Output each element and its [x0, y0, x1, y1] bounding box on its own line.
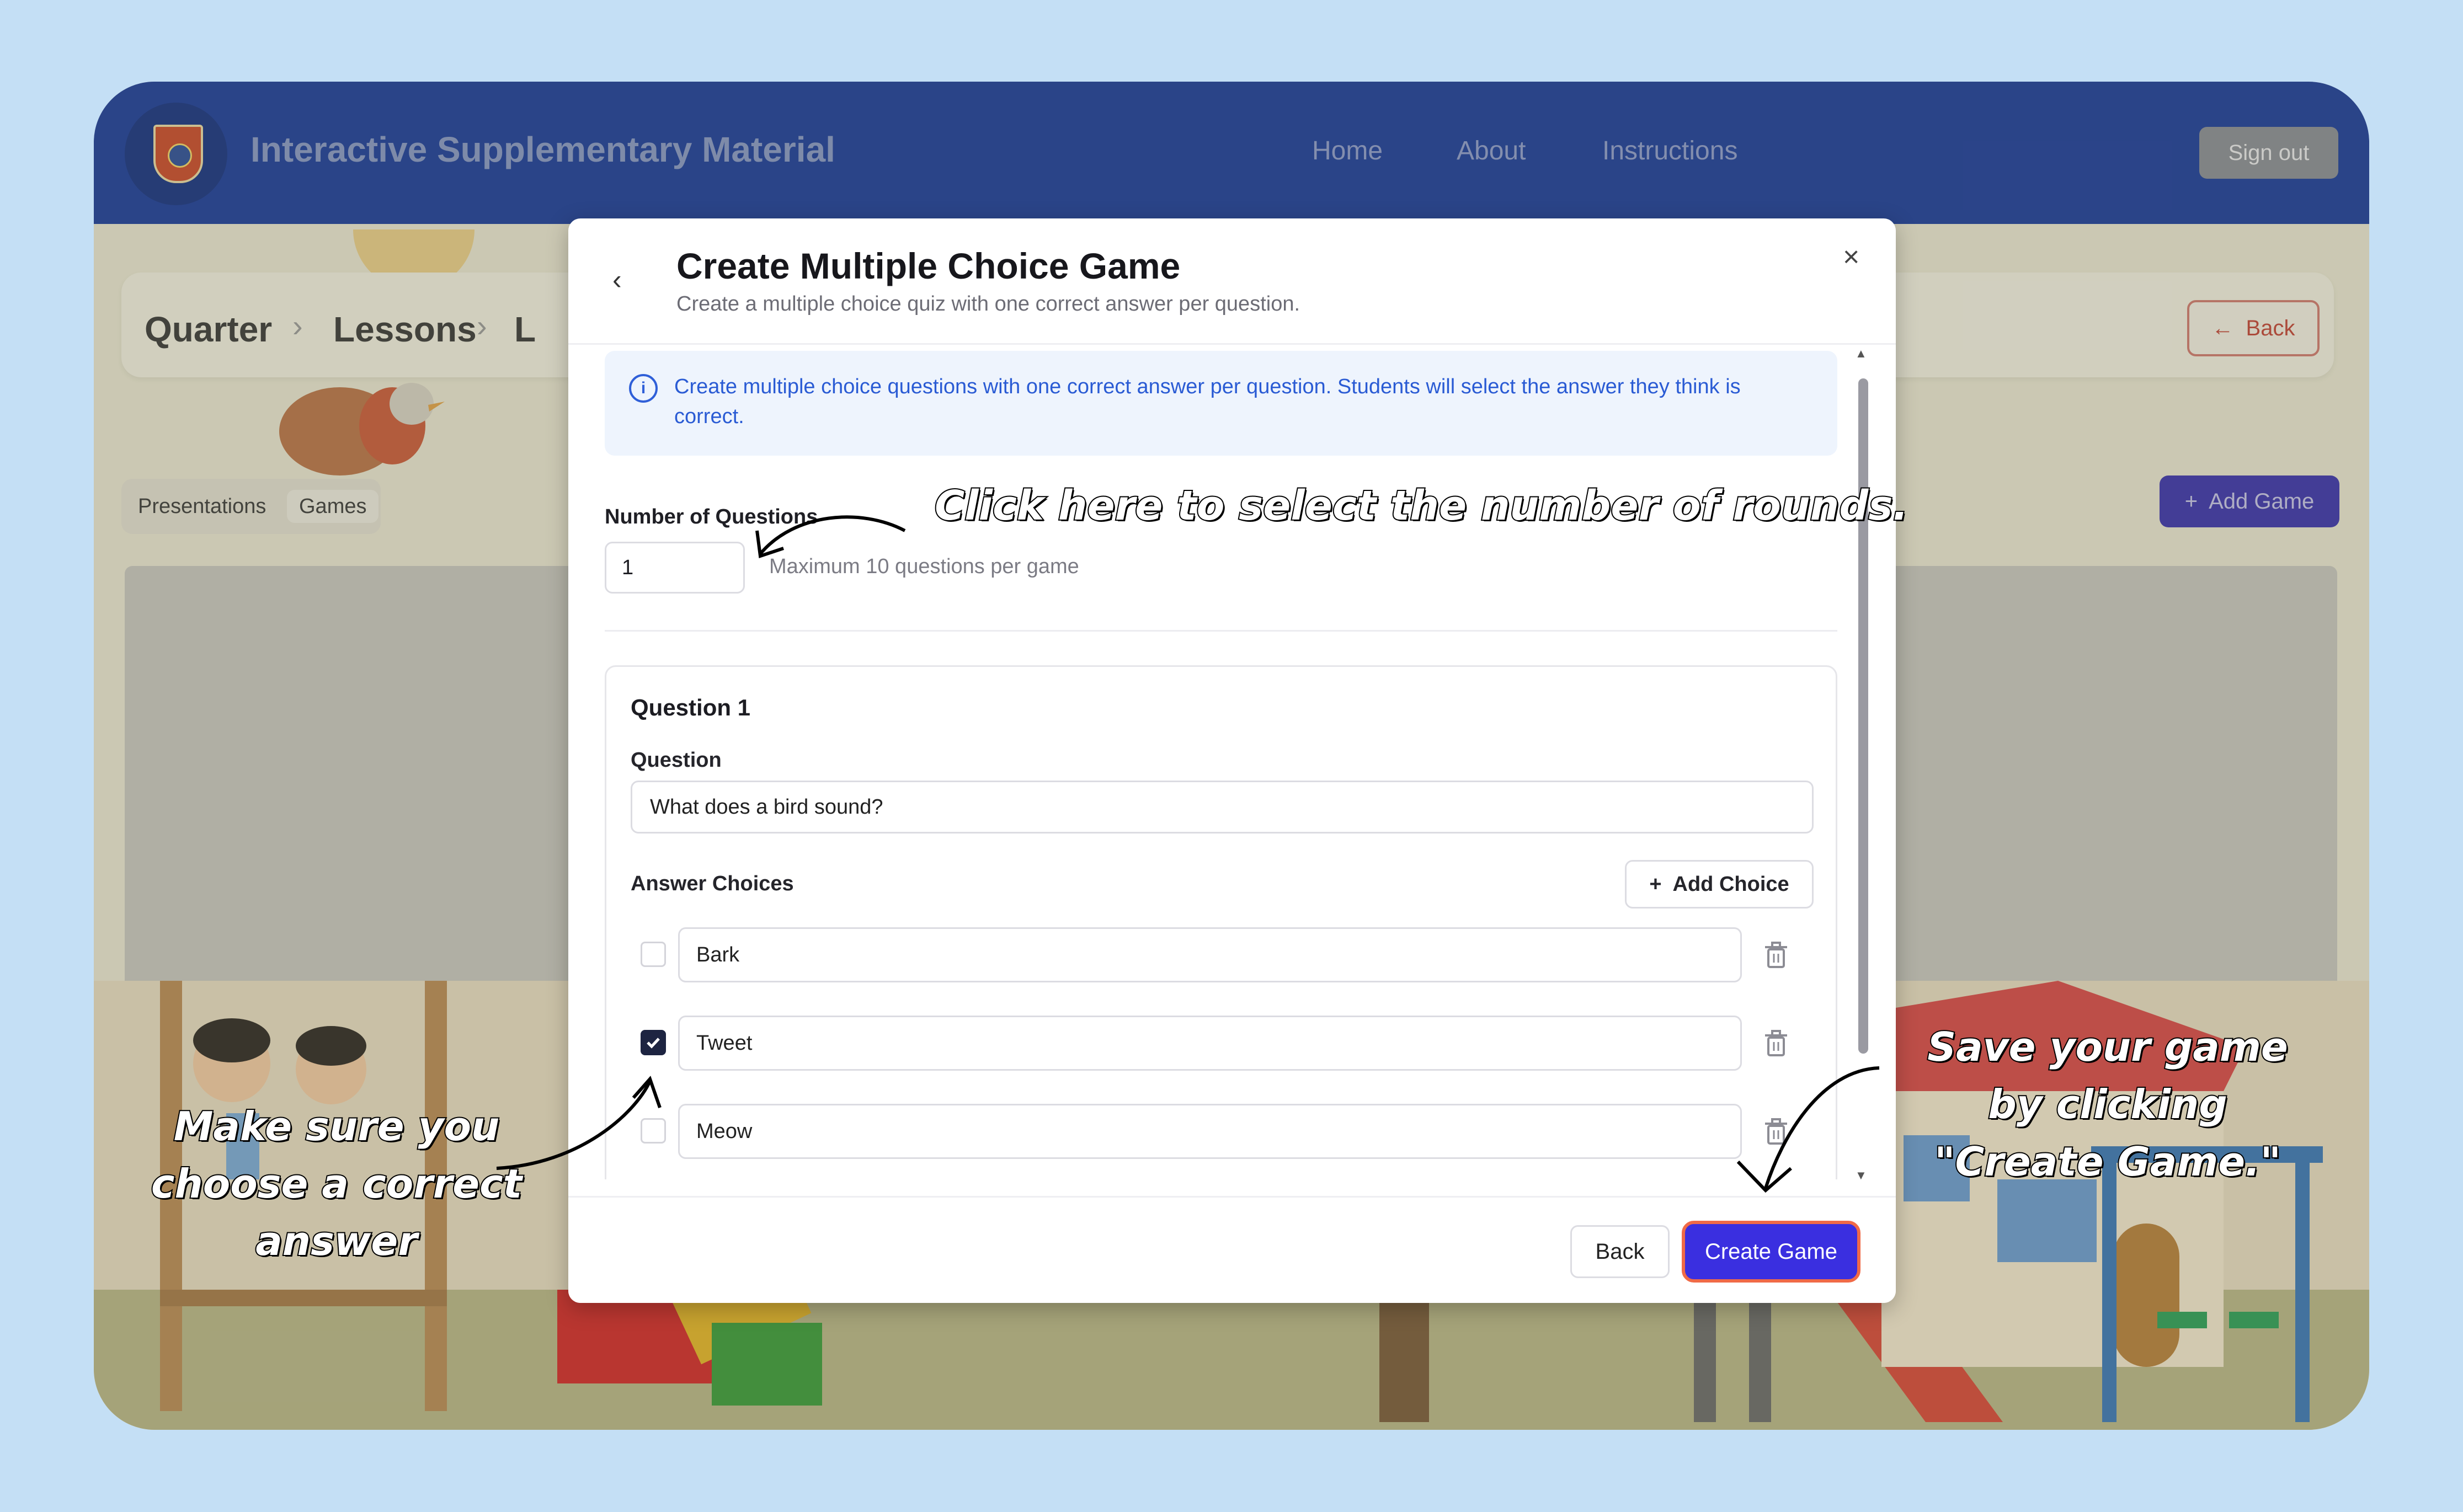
scrollbar-thumb[interactable] — [1858, 378, 1868, 1054]
answer-choices-label: Answer Choices — [631, 872, 794, 895]
trash-icon[interactable] — [1764, 1118, 1788, 1146]
annotation-correct-answer: Make sure you choose a correct answer — [150, 1102, 523, 1265]
close-icon[interactable]: × — [1843, 243, 1859, 271]
divider — [605, 630, 1837, 632]
info-icon: i — [629, 374, 658, 403]
question-card: Question 1 Question Answer Choices + Add… — [605, 665, 1837, 1179]
dialog-body: i Create multiple choice questions with … — [568, 346, 1896, 1179]
question-label: Question — [631, 749, 722, 772]
add-choice-button[interactable]: + Add Choice — [1625, 860, 1814, 909]
answer-choice-row — [631, 1016, 1814, 1073]
divider — [568, 343, 1896, 345]
create-game-dialog: ‹ Create Multiple Choice Game Create a m… — [568, 218, 1896, 1303]
info-callout: i Create multiple choice questions with … — [605, 351, 1837, 456]
annotation-save: Save your game by clicking "Create Game.… — [1926, 1023, 2289, 1186]
chevron-left-icon[interactable]: ‹ — [612, 266, 640, 293]
create-game-button[interactable]: Create Game — [1682, 1221, 1860, 1283]
correct-answer-checkbox[interactable] — [641, 1118, 666, 1144]
question-input[interactable] — [631, 781, 1814, 834]
scroll-down-icon[interactable]: ▼ — [1855, 1168, 1867, 1183]
answer-choice-row — [631, 927, 1814, 985]
info-text: Create multiple choice questions with on… — [674, 375, 1741, 428]
add-choice-label: Add Choice — [1672, 872, 1789, 896]
dialog-footer: Back Create Game — [568, 1196, 1896, 1303]
trash-icon[interactable] — [1764, 1030, 1788, 1057]
answer-choice-input[interactable] — [678, 927, 1742, 982]
answer-choice-input[interactable] — [678, 1104, 1742, 1159]
answer-choice-input[interactable] — [678, 1016, 1742, 1071]
number-of-questions-label: Number of Questions — [605, 505, 818, 528]
trash-icon[interactable] — [1764, 942, 1788, 969]
correct-answer-checkbox-checked[interactable] — [641, 1030, 666, 1055]
back-button[interactable]: Back — [1570, 1225, 1670, 1278]
dialog-subtitle: Create a multiple choice quiz with one c… — [676, 292, 1300, 316]
number-of-questions-hint: Maximum 10 questions per game — [769, 555, 1079, 578]
number-of-questions-input[interactable] — [605, 542, 745, 594]
dialog-title: Create Multiple Choice Game — [676, 245, 1181, 286]
answer-choice-row — [631, 1104, 1814, 1161]
plus-icon: + — [1649, 872, 1662, 896]
question-heading: Question 1 — [631, 694, 751, 720]
correct-answer-checkbox[interactable] — [641, 942, 666, 967]
scroll-up-icon[interactable]: ▲ — [1855, 346, 1867, 361]
annotation-rounds: Click here to select the number of round… — [934, 481, 1909, 531]
